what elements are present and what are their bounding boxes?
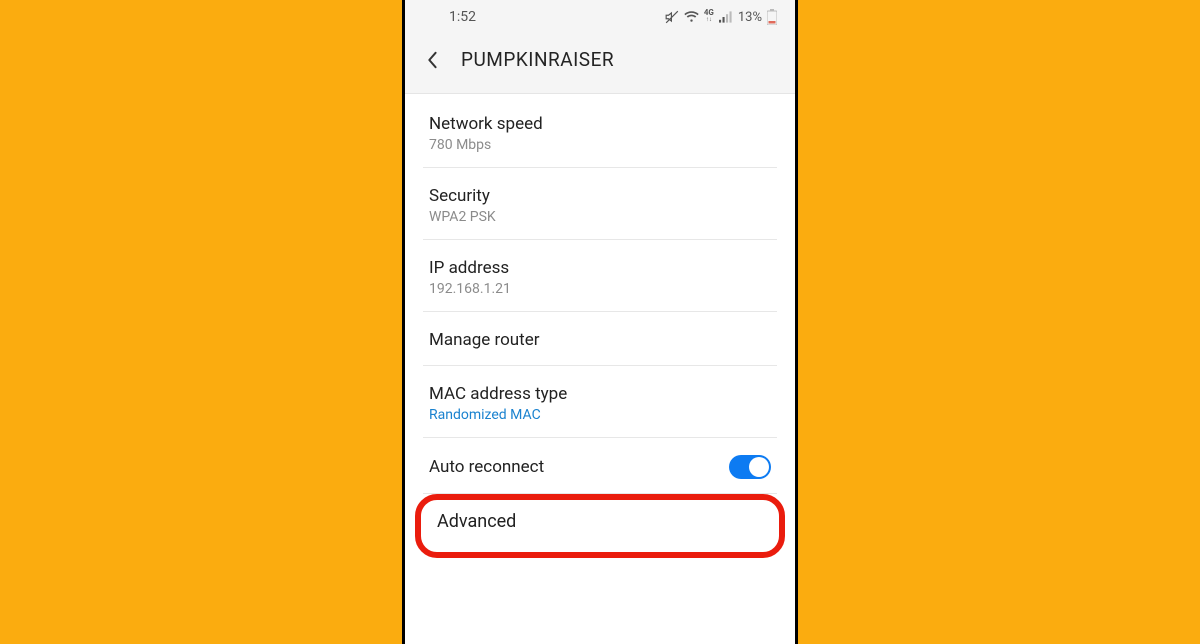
- battery-percent: 13%: [738, 10, 762, 25]
- network-speed-item[interactable]: Network speed 780 Mbps: [423, 96, 777, 168]
- app-header: PUMPKINRAISER: [405, 34, 795, 94]
- manage-router-item[interactable]: Manage router: [423, 312, 777, 366]
- signal-icon: [719, 11, 733, 23]
- auto-reconnect-label: Auto reconnect: [429, 456, 544, 478]
- security-value: WPA2 PSK: [429, 209, 771, 225]
- toggle-knob: [749, 457, 769, 477]
- back-button[interactable]: [421, 49, 443, 71]
- network-speed-label: Network speed: [429, 113, 771, 135]
- mac-address-type-item[interactable]: MAC address type Randomized MAC: [423, 366, 777, 438]
- security-label: Security: [429, 185, 771, 207]
- battery-icon: [767, 9, 777, 25]
- ip-address-label: IP address: [429, 257, 771, 279]
- auto-reconnect-item[interactable]: Auto reconnect: [423, 438, 777, 494]
- phone-frame: 1:52 4G↑↓ 13% PUMPKINRAISER Network spe: [402, 0, 798, 644]
- ip-address-item[interactable]: IP address 192.168.1.21: [423, 240, 777, 312]
- auto-reconnect-toggle[interactable]: [729, 455, 771, 479]
- status-bar: 1:52 4G↑↓ 13%: [405, 0, 795, 34]
- settings-list: Network speed 780 Mbps Security WPA2 PSK…: [405, 94, 795, 644]
- network-4g-icon: 4G↑↓: [704, 9, 714, 23]
- page-title: PUMPKINRAISER: [461, 48, 614, 71]
- network-speed-value: 780 Mbps: [429, 137, 771, 153]
- status-time: 1:52: [449, 9, 476, 25]
- security-item[interactable]: Security WPA2 PSK: [423, 168, 777, 240]
- mac-type-label: MAC address type: [429, 383, 771, 405]
- advanced-item[interactable]: Advanced: [423, 494, 777, 546]
- advanced-label: Advanced: [437, 511, 763, 532]
- wifi-icon: [684, 11, 699, 23]
- mac-type-value: Randomized MAC: [429, 407, 771, 423]
- manage-router-label: Manage router: [429, 329, 771, 351]
- ip-address-value: 192.168.1.21: [429, 281, 771, 297]
- mute-icon: [665, 10, 679, 24]
